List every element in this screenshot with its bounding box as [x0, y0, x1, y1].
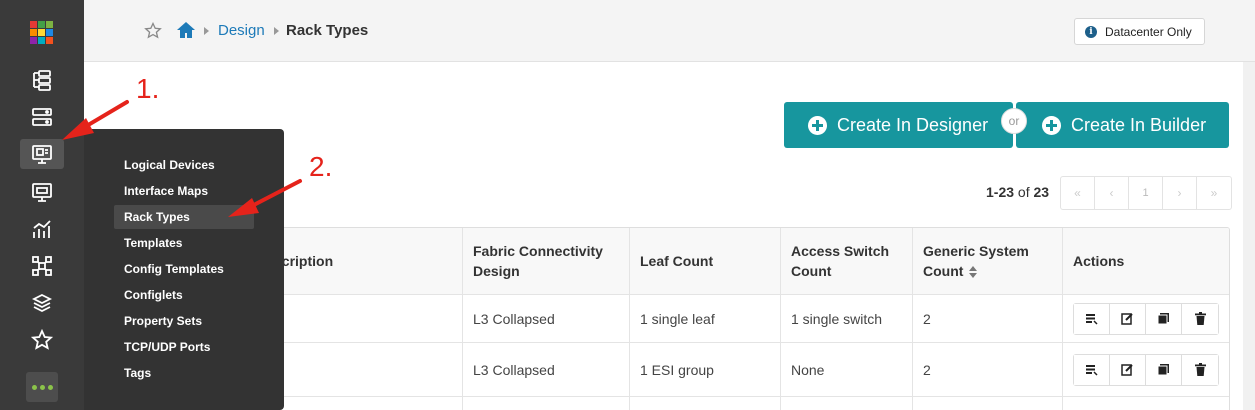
cell-generic-system-count	[913, 397, 1063, 410]
create-in-designer-label: Create In Designer	[837, 114, 989, 135]
pagination-range: 1-23	[986, 184, 1015, 200]
cell-access-switch-count: None	[781, 343, 913, 396]
menu-item-property-sets[interactable]: Property Sets	[114, 309, 254, 333]
cell-leaf-count: 1 ESI group	[630, 343, 781, 396]
column-header-fabric[interactable]: Fabric Connectivity Design	[463, 228, 630, 294]
nav-rail	[0, 0, 84, 410]
breadcrumb-design[interactable]: Design	[218, 22, 265, 39]
column-header-actions: Actions	[1073, 253, 1125, 269]
page-header: Design Rack Types i Datacenter Only	[84, 0, 1255, 62]
create-in-designer-button[interactable]: Create In Designer	[784, 102, 1013, 148]
pagination-count: 1-23 of 23	[986, 184, 1049, 200]
scrollbar[interactable]	[1243, 62, 1255, 410]
menu-item-rack-types[interactable]: Rack Types	[114, 205, 254, 229]
page-number-button[interactable]: 1	[1129, 177, 1163, 209]
cell-generic-system-count: 2	[913, 343, 1063, 396]
cell-actions	[1063, 295, 1229, 342]
pagination-of: of	[1017, 184, 1030, 200]
cell-access-switch-count	[781, 397, 913, 410]
cell-access-switch-count: 1 single switch	[781, 295, 913, 342]
pager: « ‹ 1 › »	[1060, 176, 1232, 210]
breadcrumb-separator-icon	[274, 27, 279, 35]
first-page-button[interactable]: «	[1061, 177, 1095, 209]
view-icon[interactable]	[1074, 303, 1110, 334]
column-header-generic-system-count[interactable]: Generic System Count	[913, 228, 1063, 294]
logo-icon[interactable]	[30, 21, 54, 45]
cell-fabric: L3 Collapsed	[463, 295, 630, 342]
column-header-access-switch-count[interactable]: Access Switch Count	[781, 228, 913, 294]
annotation-step-2: 2.	[309, 151, 333, 182]
cell-leaf-count: 1 single leaf	[630, 295, 781, 342]
design-flyout-menu: Logical Devices Interface Maps Rack Type…	[84, 129, 284, 410]
annotation-step-1: 1.	[136, 73, 160, 104]
last-page-button[interactable]: »	[1197, 177, 1231, 209]
cell-fabric	[463, 397, 630, 410]
clone-icon[interactable]	[1146, 303, 1182, 334]
create-in-builder-button[interactable]: Create In Builder	[1016, 102, 1229, 148]
home-icon[interactable]	[176, 21, 196, 39]
create-in-builder-label: Create In Builder	[1071, 114, 1207, 135]
menu-item-tcp-udp-ports[interactable]: TCP/UDP Ports	[114, 335, 254, 359]
menu-item-logical-devices[interactable]: Logical Devices	[114, 153, 254, 177]
plus-circle-icon	[1042, 115, 1061, 135]
monitor-icon[interactable]	[20, 177, 64, 207]
star-icon[interactable]	[20, 325, 64, 355]
server-rack-icon[interactable]	[20, 102, 64, 132]
delete-icon[interactable]	[1182, 303, 1218, 334]
device-tree-icon[interactable]	[20, 65, 64, 95]
cell-fabric: L3 Collapsed	[463, 343, 630, 396]
pagination-total: 23	[1033, 184, 1050, 200]
layers-icon[interactable]	[20, 288, 64, 318]
menu-item-templates[interactable]: Templates	[114, 231, 254, 255]
cell-leaf-count	[630, 397, 781, 410]
design-monitor-icon[interactable]	[20, 139, 64, 169]
breadcrumb-separator-icon	[204, 27, 209, 35]
datacenter-badge[interactable]: i Datacenter Only	[1074, 18, 1205, 45]
prev-page-button[interactable]: ‹	[1095, 177, 1129, 209]
favorite-star-icon[interactable]	[144, 22, 162, 40]
or-separator: or	[1001, 108, 1027, 134]
sort-icon[interactable]	[969, 266, 978, 279]
menu-item-config-templates[interactable]: Config Templates	[114, 257, 254, 281]
menu-item-configlets[interactable]: Configlets	[114, 283, 254, 307]
delete-icon[interactable]	[1182, 354, 1218, 385]
menu-item-interface-maps[interactable]: Interface Maps	[114, 179, 254, 203]
more-icon[interactable]	[26, 372, 58, 402]
next-page-button[interactable]: ›	[1163, 177, 1197, 209]
plus-circle-icon	[808, 115, 827, 135]
clone-icon[interactable]	[1146, 354, 1182, 385]
column-header-leaf-count[interactable]: Leaf Count	[630, 228, 781, 294]
topology-icon[interactable]	[20, 251, 64, 281]
view-icon[interactable]	[1074, 354, 1110, 385]
cell-generic-system-count: 2	[913, 295, 1063, 342]
page-title: Rack Types	[286, 22, 369, 39]
analytics-chart-icon[interactable]	[20, 214, 64, 244]
cell-actions	[1063, 343, 1229, 396]
edit-icon[interactable]	[1110, 303, 1146, 334]
cell-actions	[1063, 397, 1229, 410]
datacenter-badge-label: Datacenter Only	[1105, 24, 1192, 39]
menu-item-tags[interactable]: Tags	[114, 361, 254, 385]
edit-icon[interactable]	[1110, 354, 1146, 385]
info-icon: i	[1085, 25, 1097, 38]
